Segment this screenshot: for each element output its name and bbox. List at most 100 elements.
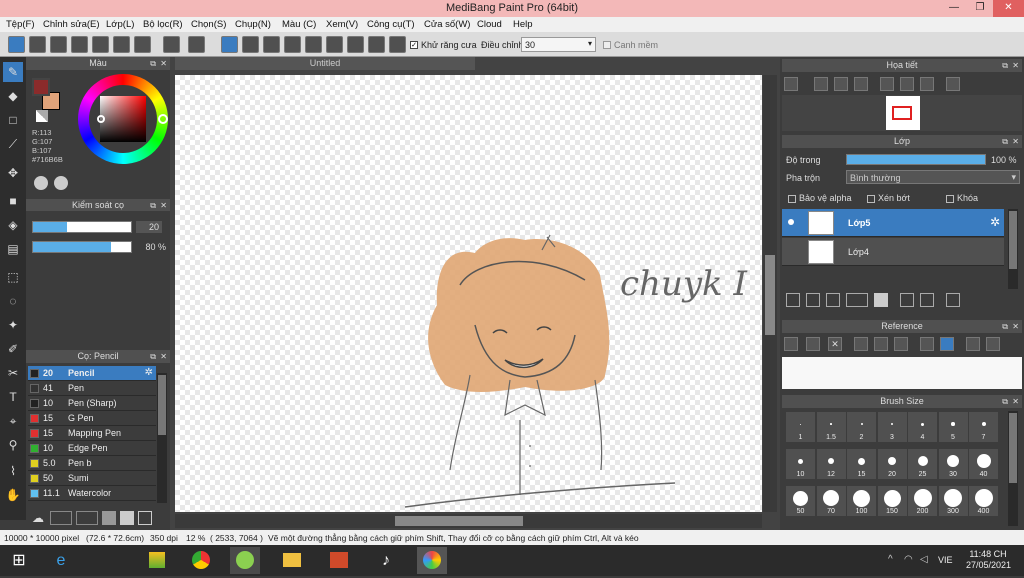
maximize-button[interactable]: ❐ — [966, 0, 994, 17]
new-layer-icon[interactable] — [786, 293, 800, 307]
add-brush-icon[interactable] — [50, 511, 72, 525]
close-panel-icon[interactable]: ✕ — [1012, 395, 1019, 408]
app-icon[interactable] — [230, 547, 260, 574]
delete-brush-icon[interactable] — [102, 511, 116, 525]
text-tool-icon[interactable]: T — [3, 387, 23, 407]
color-handle[interactable] — [97, 115, 105, 123]
palette-add-icon[interactable] — [54, 176, 68, 190]
brush-size-cell[interactable]: 4 — [908, 412, 937, 442]
brush-size-cell[interactable]: 3 — [877, 412, 907, 442]
eyedropper-icon[interactable]: ⚲ — [3, 435, 23, 455]
menu-filter[interactable]: Bộ lọc(R) — [143, 19, 183, 30]
brush-item[interactable]: 15 G Pen — [28, 411, 156, 426]
reference-open-icon[interactable] — [806, 337, 820, 351]
brush-size-cell[interactable]: 5 — [938, 412, 968, 442]
foreground-color-swatch[interactable] — [32, 78, 50, 96]
layer-scrollbar[interactable] — [1008, 209, 1018, 289]
comment-icon[interactable] — [50, 36, 67, 53]
brush-size-cell[interactable]: 100 — [847, 486, 876, 516]
chrome-icon[interactable] — [186, 547, 216, 574]
copy-icon[interactable] — [138, 511, 152, 525]
brush-menu-icon[interactable] — [76, 511, 98, 525]
halftone-layer-icon[interactable] — [826, 293, 840, 307]
brush-cloud-icon[interactable]: ☁ — [32, 511, 46, 525]
close-panel-icon[interactable]: ✕ — [1012, 59, 1019, 72]
close-panel-icon[interactable]: ✕ — [1012, 320, 1019, 333]
brush-size-cell[interactable]: 25 — [908, 449, 937, 479]
magic-wand-icon[interactable]: ✦ — [3, 315, 23, 335]
brush-size-cell[interactable]: 200 — [908, 486, 937, 516]
gear-icon[interactable]: ✲ — [145, 367, 153, 378]
zoom-in-icon[interactable] — [784, 77, 798, 91]
folder-icon[interactable] — [120, 511, 134, 525]
fill-rect-tool-icon[interactable]: ■ — [3, 191, 23, 211]
menu-window[interactable]: Cửa số(W) — [424, 19, 470, 30]
brush-item[interactable]: 10 Edge Pen — [28, 441, 156, 456]
reference-zoom-in-icon[interactable] — [854, 337, 868, 351]
brush-size-cell[interactable]: 50 — [786, 486, 815, 516]
undo-icon[interactable] — [163, 36, 180, 53]
adjust-input[interactable]: 30 ▾ — [521, 37, 596, 52]
list-icon[interactable] — [113, 36, 130, 53]
delete-layer-icon[interactable] — [946, 293, 960, 307]
brush-size-cell[interactable]: 40 — [969, 449, 998, 479]
lock-checkbox[interactable]: Khóa — [946, 193, 978, 203]
select-eraser-icon[interactable]: ✂ — [3, 363, 23, 383]
navigator-preview[interactable] — [782, 95, 1022, 131]
menu-file[interactable]: Tệp(F) — [6, 19, 35, 30]
eye-icon[interactable] — [788, 219, 794, 225]
zoom-out-icon[interactable] — [854, 77, 868, 91]
close-panel-icon[interactable]: ✕ — [160, 57, 167, 70]
edge-checkbox[interactable] — [603, 41, 611, 49]
mirror-icon[interactable] — [946, 77, 960, 91]
move-tool-icon[interactable]: ✥ — [3, 163, 23, 183]
tiktok-icon[interactable]: ♪ — [371, 547, 401, 574]
snap-ellipse-icon[interactable] — [368, 36, 385, 53]
menu-layer[interactable]: Lớp(L) — [106, 19, 134, 30]
horizontal-scrollbar[interactable] — [175, 514, 762, 528]
menu-help[interactable]: Help — [513, 19, 533, 30]
brush-size-cell[interactable]: 1 — [786, 412, 815, 442]
reference-dropper-icon[interactable] — [920, 337, 934, 351]
redo-icon[interactable] — [188, 36, 205, 53]
settings-icon[interactable] — [389, 36, 406, 53]
rotate-icon[interactable] — [880, 77, 894, 91]
reference-view[interactable] — [782, 357, 1022, 389]
brush-item[interactable]: 10 Pen (Sharp) — [28, 396, 156, 411]
snap-off-icon[interactable] — [221, 36, 238, 53]
new-layer-alt-icon[interactable] — [806, 293, 820, 307]
brush-size-cell[interactable]: 30 — [938, 449, 968, 479]
reference-close-icon[interactable]: ✕ — [828, 337, 842, 351]
reference-rotate-icon[interactable] — [966, 337, 980, 351]
zoom-in-alt-icon[interactable] — [814, 77, 828, 91]
volume-icon[interactable]: ◁ — [920, 554, 928, 565]
transparent-swatch[interactable] — [36, 110, 48, 122]
duplicate-layer-icon[interactable] — [900, 293, 914, 307]
antialias-checkbox[interactable]: ✓ — [410, 41, 418, 49]
popout-icon[interactable]: ⧉ — [150, 57, 156, 70]
menu-capture[interactable]: Chụp(N) — [235, 19, 271, 30]
brush-size-scrollbar[interactable] — [1008, 411, 1018, 526]
palette-icon[interactable] — [34, 176, 48, 190]
brush-item[interactable]: 50 Sumi — [28, 471, 156, 486]
brush-item[interactable]: 15 Mapping Pen — [28, 426, 156, 441]
brush-size-cell[interactable]: 2 — [847, 412, 876, 442]
size-value[interactable]: 20 — [136, 221, 162, 233]
brush-size-cell[interactable]: 15 — [847, 449, 876, 479]
windows-start-icon[interactable]: ⊞ — [4, 547, 34, 574]
gradient-tool-icon[interactable]: ▤ — [3, 239, 23, 259]
brush-list-scrollbar[interactable] — [157, 373, 167, 503]
document-icon[interactable] — [92, 36, 109, 53]
file-explorer-icon[interactable] — [277, 547, 307, 574]
share-icon[interactable] — [29, 36, 46, 53]
popout-icon[interactable]: ⧉ — [1002, 395, 1008, 408]
hue-wheel[interactable] — [78, 74, 168, 164]
popout-icon[interactable]: ⧉ — [1002, 59, 1008, 72]
powerpoint-icon[interactable] — [324, 547, 354, 574]
blend-select[interactable]: Bình thường ▾ — [846, 170, 1020, 184]
size-slider[interactable] — [32, 221, 132, 233]
snap-cross-icon[interactable] — [263, 36, 280, 53]
brush-item[interactable]: 41 Pen — [28, 381, 156, 396]
protect-alpha-checkbox[interactable]: Bảo vệ alpha — [788, 193, 852, 203]
drawing-canvas[interactable]: chuyk I — [175, 75, 762, 512]
